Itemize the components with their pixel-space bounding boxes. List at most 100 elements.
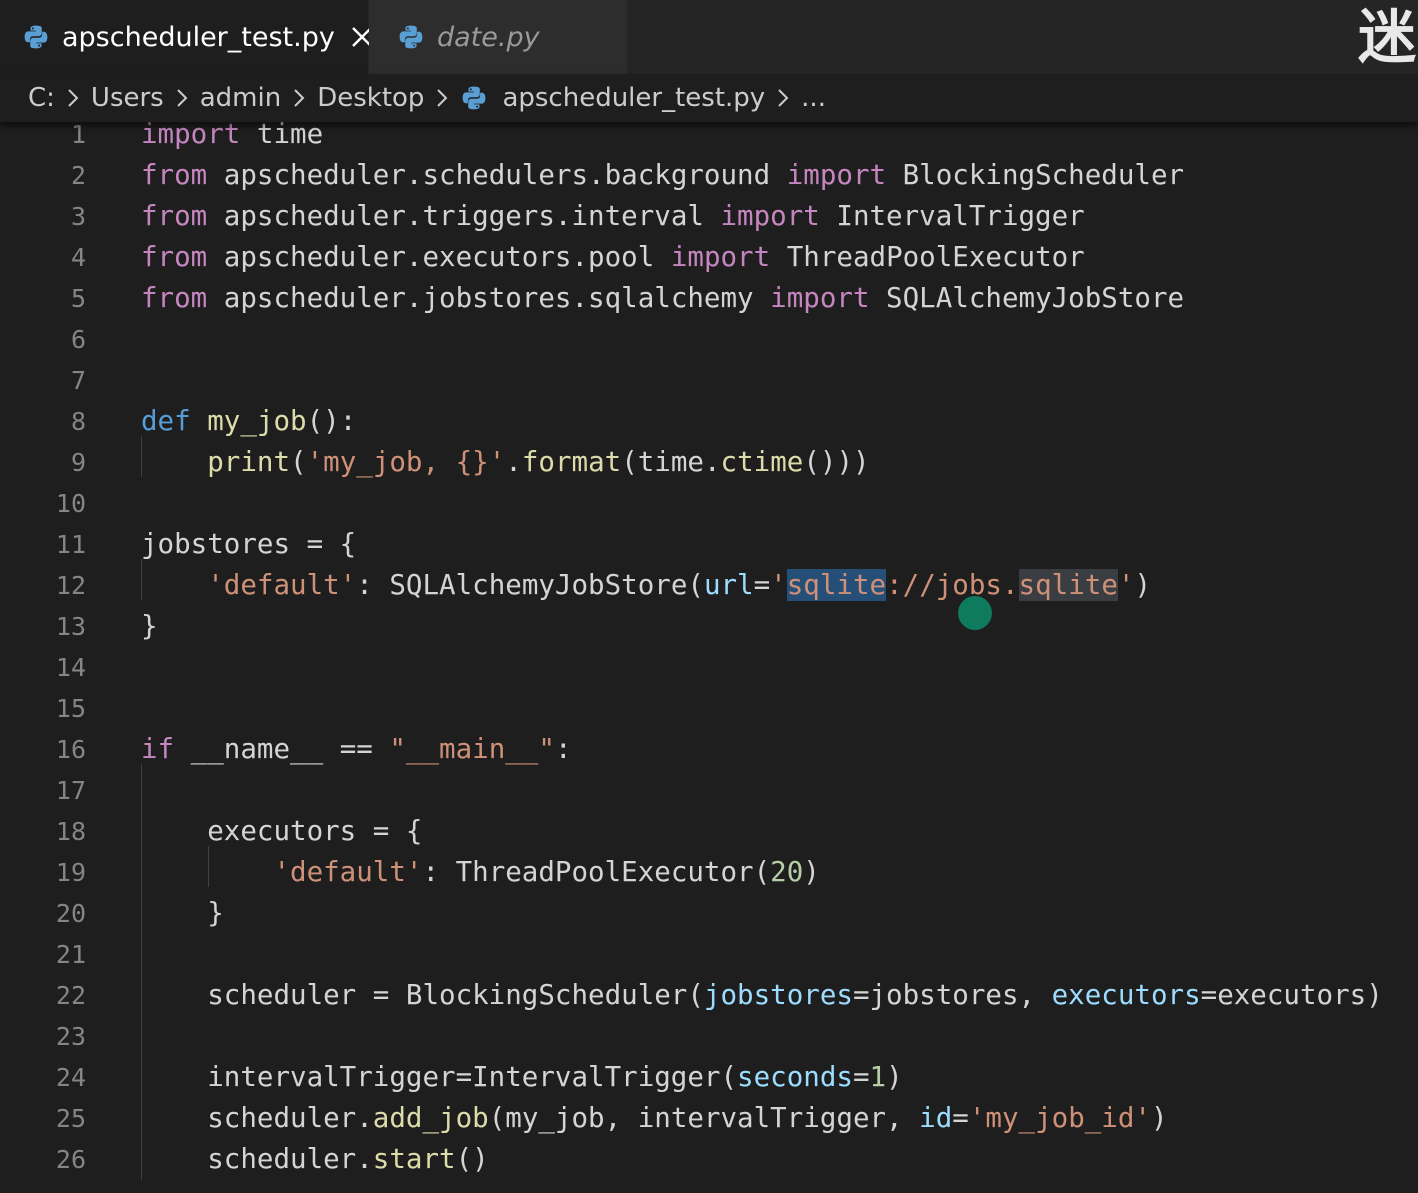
code-line[interactable]: 7 bbox=[0, 360, 1418, 401]
code-line[interactable]: 3 from apscheduler.triggers.interval impo… bbox=[0, 196, 1418, 237]
code-token: } bbox=[141, 897, 224, 929]
code-line[interactable]: 6 bbox=[0, 319, 1418, 360]
code-line[interactable]: 11 jobstores = { bbox=[0, 524, 1418, 565]
highlighted-occurrence: sqlite bbox=[1018, 569, 1118, 601]
line-number: 6 bbox=[70, 325, 86, 354]
code-line[interactable]: 17 bbox=[0, 770, 1418, 811]
code-token: 'default' bbox=[273, 856, 423, 888]
code-token: SQLAlchemyJobStore bbox=[869, 282, 1185, 314]
line-number: 7 bbox=[70, 366, 86, 395]
code-line[interactable]: 23 bbox=[0, 1016, 1418, 1057]
code-token: print bbox=[207, 446, 291, 478]
line-number: 2 bbox=[70, 161, 86, 190]
line-number: 17 bbox=[55, 776, 86, 805]
breadcrumb: C: Users admin Desktop apscheduler_test.… bbox=[0, 74, 1418, 122]
code-token: import bbox=[720, 200, 820, 232]
code-line[interactable]: 15 bbox=[0, 688, 1418, 729]
tab-bar: apscheduler_test.py date.py 迷 bbox=[0, 0, 1418, 74]
code-line[interactable]: 8 def my_job(): bbox=[0, 401, 1418, 442]
code-line[interactable]: 5 from apscheduler.jobstores.sqlalchemy i… bbox=[0, 278, 1418, 319]
python-file-icon bbox=[24, 25, 48, 49]
code-token: import bbox=[786, 159, 887, 191]
code-line[interactable]: 16 if __name__ == "__main__": bbox=[0, 729, 1418, 770]
tab-label: date.py bbox=[437, 21, 540, 53]
code-line[interactable]: 18 executors = { bbox=[0, 811, 1418, 852]
code-token: "__main__" bbox=[389, 733, 555, 765]
code-token: () bbox=[455, 1143, 489, 1175]
code-token: : bbox=[554, 733, 572, 765]
code-text: def my_job(): bbox=[141, 401, 356, 442]
code-token: = bbox=[952, 1102, 969, 1134]
breadcrumb-users[interactable]: Users bbox=[91, 83, 164, 113]
code-token: = bbox=[852, 1061, 870, 1093]
code-token: 'my_job_id' bbox=[968, 1102, 1151, 1134]
code-editor[interactable]: 1 import time 2 from apscheduler.schedulers… bbox=[0, 114, 1418, 1193]
code-line[interactable]: 4 from apscheduler.executors.pool import … bbox=[0, 237, 1418, 278]
code-token: 1 bbox=[869, 1061, 887, 1093]
code-token: jobstores bbox=[703, 979, 853, 1011]
code-token: ())) bbox=[803, 446, 870, 478]
breadcrumb-file[interactable]: apscheduler_test.py bbox=[460, 83, 765, 113]
line-number: 14 bbox=[55, 653, 86, 682]
code-token: ) bbox=[1150, 1102, 1168, 1134]
code-token: ' bbox=[770, 569, 787, 601]
code-line[interactable]: 9 print('my_job, {}'.format(time.ctime()… bbox=[0, 442, 1418, 483]
code-text: 'default': SQLAlchemyJobStore(url='sqlit… bbox=[141, 565, 1151, 606]
line-number: 22 bbox=[55, 981, 86, 1010]
code-token: 'my_job, {}' bbox=[306, 446, 506, 478]
code-token: =executors) bbox=[1200, 979, 1383, 1011]
code-line[interactable]: 14 bbox=[0, 647, 1418, 688]
code-token: start bbox=[372, 1143, 456, 1175]
code-token: import bbox=[670, 241, 771, 273]
tab-apscheduler-test[interactable]: apscheduler_test.py bbox=[0, 0, 372, 74]
mouse-cursor-indicator bbox=[958, 596, 992, 630]
code-line[interactable]: 2 from apscheduler.schedulers.background … bbox=[0, 155, 1418, 196]
code-line[interactable]: 10 bbox=[0, 483, 1418, 524]
line-number: 13 bbox=[55, 612, 86, 641]
code-text: if __name__ == "__main__": bbox=[141, 729, 572, 770]
line-number: 5 bbox=[70, 284, 86, 313]
code-line[interactable]: 20 } bbox=[0, 893, 1418, 934]
code-line[interactable]: 26 scheduler.start() bbox=[0, 1139, 1418, 1180]
chevron-right-icon bbox=[437, 89, 448, 107]
code-token: ) bbox=[1134, 569, 1151, 601]
code-line[interactable]: 21 bbox=[0, 934, 1418, 975]
code-line[interactable]: 13} bbox=[0, 606, 1418, 647]
code-token: add_job bbox=[372, 1102, 489, 1134]
line-number: 21 bbox=[55, 940, 86, 969]
code-token: from bbox=[141, 241, 208, 273]
code-token: ' bbox=[1117, 569, 1135, 601]
code-token: (my_job, intervalTrigger, bbox=[488, 1102, 920, 1134]
code-token: if bbox=[141, 733, 175, 765]
code-token: =jobstores, bbox=[852, 979, 1052, 1011]
code-text: from apscheduler.schedulers.background i… bbox=[141, 155, 1184, 196]
code-token: import bbox=[141, 118, 241, 150]
breadcrumb-desktop[interactable]: Desktop bbox=[317, 83, 424, 113]
code-line[interactable]: 12 'default': SQLAlchemyJobStore(url='sq… bbox=[0, 565, 1418, 606]
line-number: 10 bbox=[55, 489, 86, 518]
code-token: 20 bbox=[770, 856, 804, 888]
code-line[interactable]: 24 intervalTrigger=IntervalTrigger(secon… bbox=[0, 1057, 1418, 1098]
tab-date[interactable]: date.py bbox=[369, 0, 627, 74]
code-text: intervalTrigger=IntervalTrigger(seconds=… bbox=[141, 1057, 902, 1098]
code-line[interactable]: 19 'default': ThreadPoolExecutor(20) bbox=[0, 852, 1418, 893]
line-number: 15 bbox=[55, 694, 86, 723]
code-line[interactable]: 22 scheduler = BlockingScheduler(jobstor… bbox=[0, 975, 1418, 1016]
code-token: intervalTrigger=IntervalTrigger( bbox=[141, 1061, 738, 1093]
code-text: from apscheduler.executors.pool import T… bbox=[141, 237, 1085, 278]
line-number: 4 bbox=[70, 243, 86, 272]
breadcrumb-more[interactable]: ... bbox=[801, 83, 826, 113]
line-number: 12 bbox=[55, 571, 86, 600]
code-token: scheduler = BlockingScheduler( bbox=[141, 979, 704, 1011]
line-number: 3 bbox=[70, 202, 86, 231]
code-token: id bbox=[919, 1102, 953, 1134]
code-line[interactable]: 25 scheduler.add_job(my_job, intervalTri… bbox=[0, 1098, 1418, 1139]
code-text: } bbox=[141, 893, 224, 934]
code-token: scheduler. bbox=[141, 1143, 373, 1175]
code-token: } bbox=[141, 610, 158, 642]
code-text: jobstores = { bbox=[141, 524, 356, 565]
breadcrumb-admin[interactable]: admin bbox=[200, 83, 281, 113]
breadcrumb-drive[interactable]: C: bbox=[28, 83, 55, 113]
